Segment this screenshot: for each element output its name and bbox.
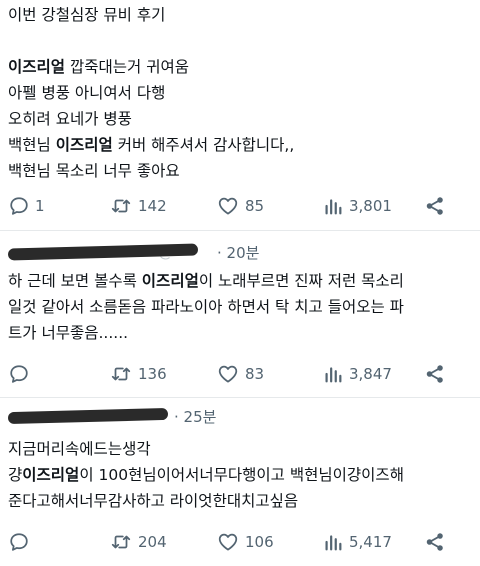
reply-button[interactable] <box>8 527 35 557</box>
divider <box>0 397 480 398</box>
text-segment: 지금머리속에드는생각 <box>8 440 151 458</box>
text-line: 백현님 이즈리얼 커버 해주셔서 감사합니다,, <box>8 132 294 158</box>
text-segment: 일것 같아서 소름돋음 파라노이아 하면서 탁 치고 들어오는 파 <box>8 298 404 316</box>
reply-2-actions: 204 106 5,417 <box>0 527 480 557</box>
text-line: 오히려 요네가 병풍 <box>8 106 294 132</box>
reply-time: · 20분 <box>217 243 260 262</box>
share-nodes-icon <box>426 365 443 383</box>
text-segment: 백현님 목소리 너무 좋아요 <box>8 162 180 180</box>
text-line: 이번 강철심장 뮤비 후기 <box>8 2 294 28</box>
text-segment: 이번 강철심장 뮤비 후기 <box>8 6 166 24</box>
repost-arrows-icon <box>111 535 131 549</box>
reply-2-text: 지금머리속에드는생각걍이즈리얼이 100현님이어서너무다행이고 백현님이걍이즈해… <box>8 436 404 514</box>
repost-button[interactable]: 204 <box>109 527 167 557</box>
divider <box>0 230 480 231</box>
reply-button[interactable] <box>8 359 35 389</box>
like-button[interactable]: 106 <box>216 527 274 557</box>
heart-icon <box>218 533 238 551</box>
text-segment: 걍 <box>8 466 23 484</box>
speech-bubble-icon <box>10 197 28 215</box>
text-segment: 커버 해주셔서 감사합니다,, <box>112 136 295 154</box>
reply-2-header[interactable]: · 25분 <box>7 405 217 427</box>
share-button[interactable] <box>424 191 446 221</box>
text-line: 일것 같아서 소름돋음 파라노이아 하면서 탁 치고 들어오는 파 <box>8 294 404 320</box>
repost-arrows-icon <box>111 199 131 213</box>
reply-1-text: 하 근데 보면 볼수록 이즈리얼이 노래부르면 진짜 저런 목소리일것 같아서 … <box>8 268 404 346</box>
like-count: 85 <box>245 197 265 215</box>
text-segment: 오히려 요네가 병풍 <box>8 110 132 128</box>
text-line: 준다고해서너무감사하고 라이엇한대치고싶음 <box>8 488 404 514</box>
redacted-username <box>7 407 169 425</box>
heart-icon <box>218 197 238 215</box>
views-button[interactable]: 3,801 <box>322 191 392 221</box>
like-count: 83 <box>245 365 265 383</box>
share-nodes-icon <box>426 197 443 215</box>
text-segment: 준다고해서너무감사하고 라이엇한대치고싶음 <box>8 492 299 510</box>
text-line: 이즈리얼 깝죽대는거 귀여움 <box>8 54 294 80</box>
bar-chart-icon <box>325 199 342 215</box>
text-line <box>8 28 294 54</box>
reply-count: 1 <box>35 197 45 215</box>
share-button[interactable] <box>424 527 446 557</box>
repost-arrows-icon <box>111 367 131 381</box>
text-segment: 아펠 병풍 아니여서 다행 <box>8 84 166 102</box>
reply-1-header[interactable]: @ · 20분 <box>7 241 260 263</box>
text-segment: 깝죽대는거 귀여움 <box>65 58 189 76</box>
repost-button[interactable]: 142 <box>109 191 167 221</box>
views-count: 5,417 <box>349 533 392 551</box>
reply-button[interactable]: 1 <box>8 191 45 221</box>
highlighted-keyword: 이즈리얼 <box>55 136 113 154</box>
reply-time: · 25분 <box>174 407 217 426</box>
text-line: 걍이즈리얼이 100현님이어서너무다행이고 백현님이걍이즈해 <box>8 462 404 488</box>
text-line: 트가 너무좋음...... <box>8 320 404 346</box>
share-button[interactable] <box>424 359 446 389</box>
reply-1-actions: 136 83 3,847 <box>0 359 480 389</box>
like-button[interactable]: 85 <box>216 191 264 221</box>
bar-chart-icon <box>325 367 342 383</box>
views-button[interactable]: 5,417 <box>322 527 392 557</box>
bar-chart-icon <box>325 535 342 551</box>
main-post-text: 이번 강철심장 뮤비 후기이즈리얼 깝죽대는거 귀여움아펠 병풍 아니여서 다행… <box>8 2 294 184</box>
views-button[interactable]: 3,847 <box>322 359 392 389</box>
text-line: 아펠 병풍 아니여서 다행 <box>8 80 294 106</box>
repost-count: 204 <box>138 533 167 551</box>
text-segment: 백현님 <box>8 136 56 154</box>
text-line: 하 근데 보면 볼수록 이즈리얼이 노래부르면 진짜 저런 목소리 <box>8 268 404 294</box>
like-button[interactable]: 83 <box>216 359 264 389</box>
text-line: 백현님 목소리 너무 좋아요 <box>8 158 294 184</box>
highlighted-keyword: 이즈리얼 <box>141 272 199 290</box>
like-count: 106 <box>245 533 274 551</box>
speech-bubble-icon <box>10 533 28 551</box>
heart-icon <box>218 365 238 383</box>
views-count: 3,801 <box>349 197 392 215</box>
share-nodes-icon <box>426 533 443 551</box>
repost-count: 142 <box>138 197 167 215</box>
text-segment: 이 100현님이어서너무다행이고 백현님이걍이즈해 <box>79 466 404 484</box>
highlighted-keyword: 이즈리얼 <box>22 466 80 484</box>
text-segment: 트가 너무좋음...... <box>8 324 129 342</box>
repost-button[interactable]: 136 <box>109 359 167 389</box>
text-segment: 하 근데 보면 볼수록 <box>8 272 142 290</box>
repost-count: 136 <box>138 365 167 383</box>
main-post-actions: 1 142 85 3,801 <box>0 191 480 221</box>
text-segment: 이 노래부르면 진짜 저런 목소리 <box>198 272 404 290</box>
views-count: 3,847 <box>349 365 392 383</box>
text-line: 지금머리속에드는생각 <box>8 436 404 462</box>
highlighted-keyword: 이즈리얼 <box>8 58 66 76</box>
speech-bubble-icon <box>10 365 28 383</box>
